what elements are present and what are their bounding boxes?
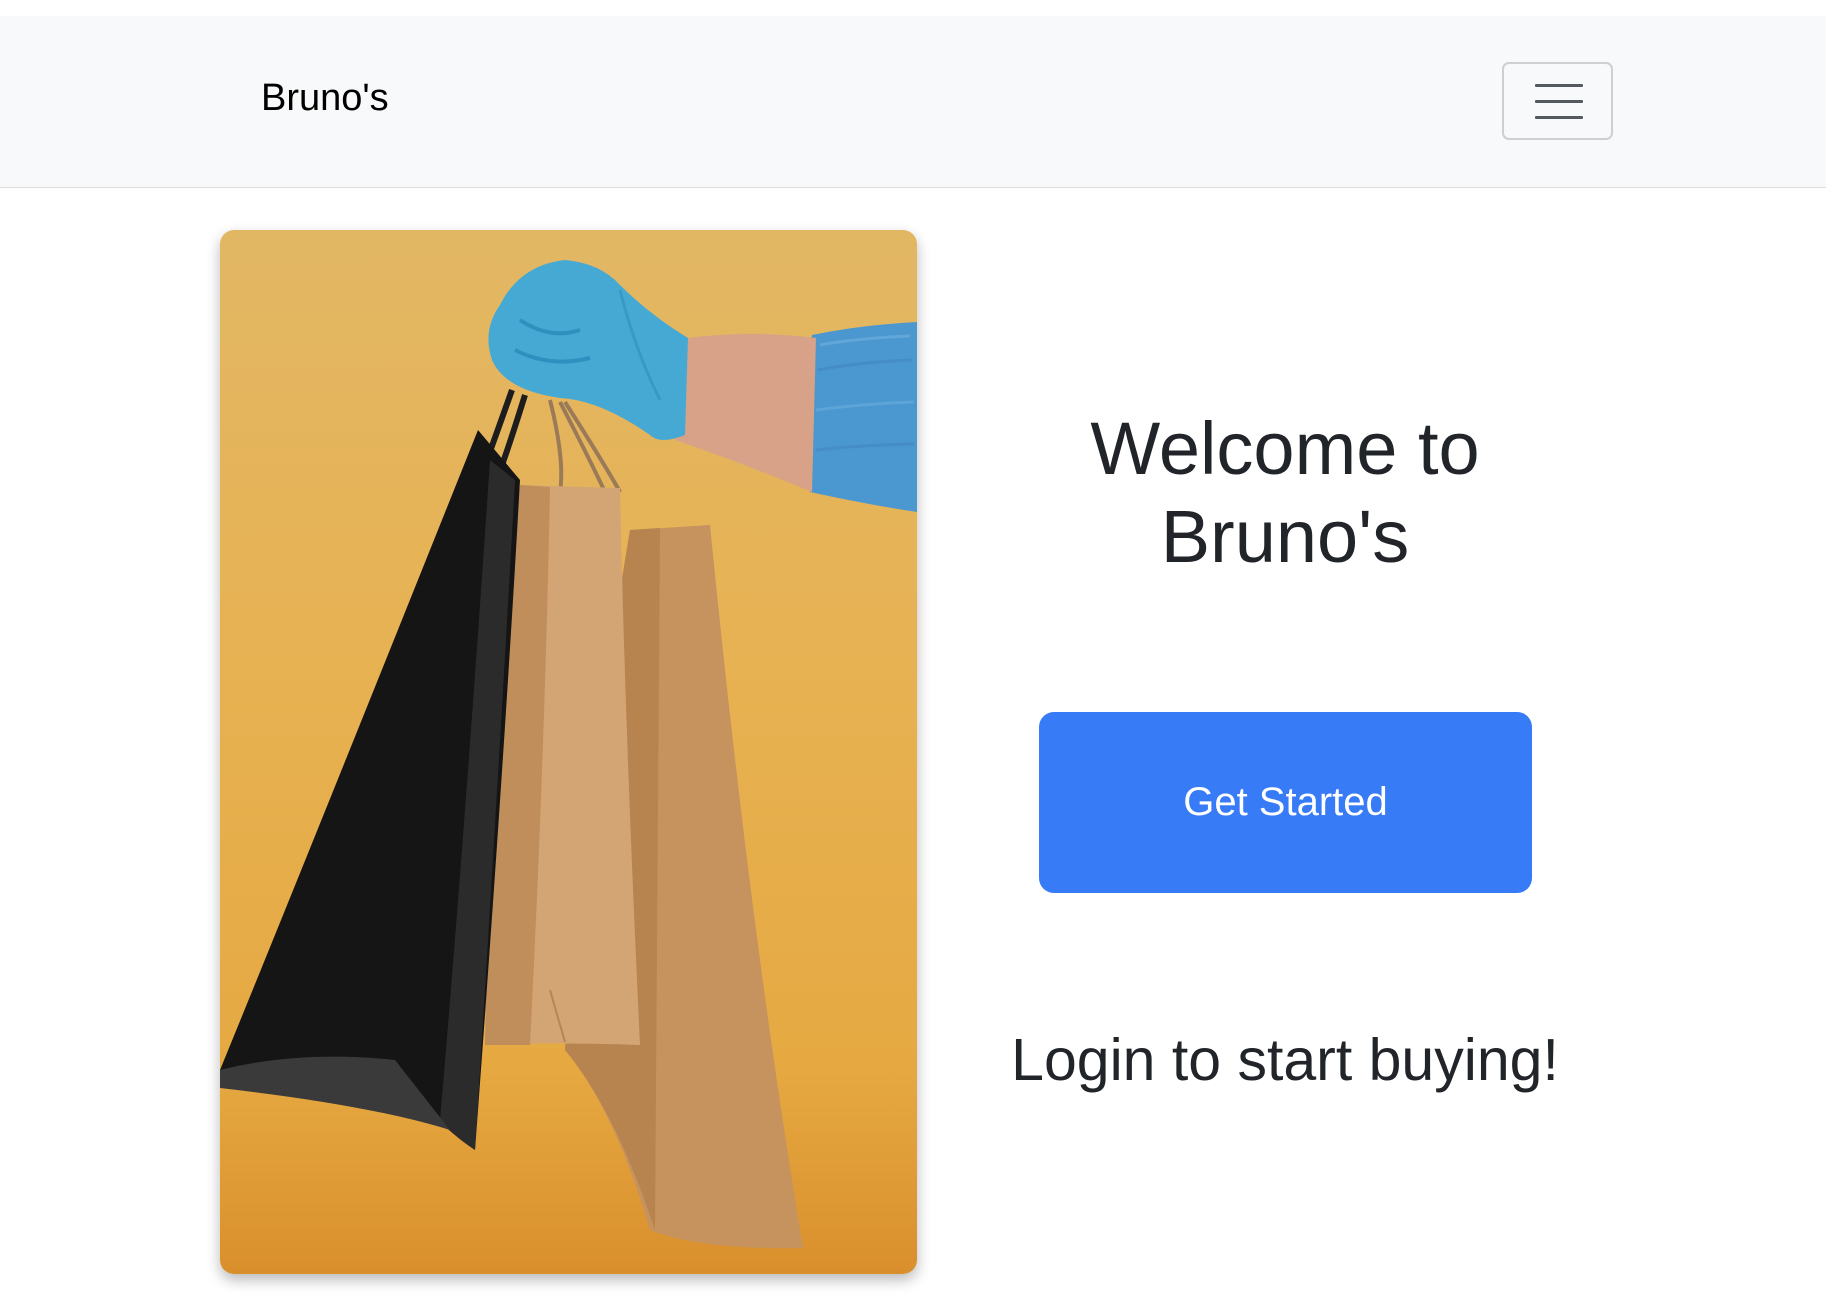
navbar: Bruno's <box>0 16 1826 188</box>
navbar-toggle-button[interactable] <box>1502 62 1613 140</box>
shopping-bags-illustration <box>220 260 917 1249</box>
top-strip <box>0 0 1826 16</box>
get-started-button[interactable]: Get Started <box>1039 712 1532 893</box>
login-message: Login to start buying! <box>1011 1027 1559 1093</box>
hero-image <box>220 230 917 1274</box>
brand-link[interactable]: Bruno's <box>261 79 389 117</box>
welcome-title: Welcome to Bruno's <box>1090 407 1480 578</box>
